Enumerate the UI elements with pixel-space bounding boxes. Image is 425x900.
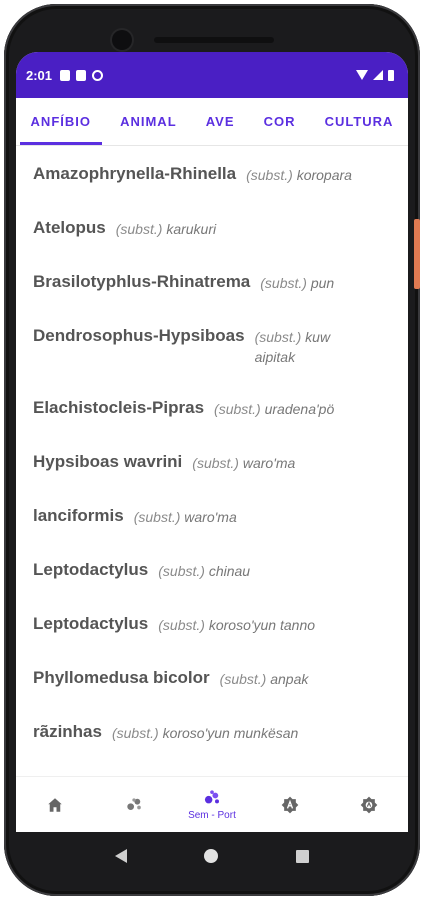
entry-pos: (subst.) (254, 329, 302, 345)
entry-translation: waro'ma (184, 509, 237, 525)
badge-a-settings-icon (360, 796, 378, 813)
system-navigation-bar (16, 832, 408, 880)
list-item[interactable]: Leptodactylus (subst.) chinau (33, 542, 394, 596)
back-icon[interactable] (114, 849, 127, 863)
entry-meta: (subst.) kuwaipitak (255, 326, 335, 367)
list-item[interactable]: Leptodactylus (subst.) koroso'yun tanno (33, 596, 394, 650)
recent-apps-icon[interactable] (296, 849, 310, 863)
list-item[interactable]: Atelopus (subst.) karukuri (33, 200, 394, 254)
list-item[interactable]: lanciformis (subst.) waro'ma (33, 488, 394, 542)
entry-term: rãzinhas (33, 722, 102, 741)
nav-sem-port[interactable]: Sem - Port (182, 788, 242, 821)
entry-pos: (subst.) (219, 671, 267, 687)
entry-term: Amazophrynella-Rhinella (33, 164, 237, 183)
entry-meta: (subst.) karukuri (116, 218, 216, 239)
entry-pos: (subst.) (214, 401, 261, 417)
paw-active-icon (204, 790, 219, 804)
tab-anfibio[interactable]: ANFÍBIO (16, 98, 106, 145)
sim-card-icon (76, 69, 87, 81)
entry-term: Leptodactylus (33, 560, 149, 579)
entry-term: Dendrosophus-Hypsiboas (33, 326, 245, 345)
entry-term: Elachistocleis-Pipras (33, 398, 205, 417)
entry-term: Phyllomedusa bicolor (33, 668, 210, 687)
entry-pos: (subst.) (192, 455, 239, 471)
list-item[interactable]: Dendrosophus-Hypsiboas (subst.) kuwaipit… (33, 308, 394, 380)
earpiece-speaker (154, 37, 274, 43)
entry-term: Atelopus (33, 218, 106, 237)
word-list: Amazophrynella-Rhinella (subst.) koropar… (16, 146, 408, 758)
entry-translation: koropara (296, 167, 352, 183)
entry-translation: koroso'yun tanno (208, 617, 316, 633)
entry-meta: (subst.) uradena'pö (214, 398, 334, 419)
badge-a-icon (282, 796, 299, 813)
category-tabs: ANFÍBIO ANIMAL AVE COR CULTURA (16, 98, 408, 146)
entry-translation: karukuri (166, 221, 217, 237)
entry-meta: (subst.) chinau (158, 560, 250, 581)
entry-pos: (subst.) (115, 221, 163, 237)
tab-cor[interactable]: COR (249, 98, 310, 145)
nav-home[interactable] (25, 796, 85, 814)
nav-animals[interactable] (104, 795, 164, 815)
home-button-icon[interactable] (204, 849, 219, 863)
nav-badge-a[interactable] (260, 795, 320, 815)
home-icon (48, 797, 62, 812)
entry-translation: anpak (270, 671, 309, 687)
signal-icon (373, 70, 383, 80)
nav-badge-a-settings[interactable] (339, 795, 399, 815)
bottom-navigation: Sem - Port (16, 776, 408, 832)
entry-meta: (subst.) koroso'yun munkësan (112, 722, 298, 743)
entry-pos: (subst.) (158, 617, 205, 633)
battery-icon (388, 69, 394, 81)
front-camera (112, 30, 132, 50)
power-button (414, 219, 420, 289)
nav-sem-port-label: Sem - Port (188, 810, 236, 821)
status-bar: 2:01 (16, 52, 408, 98)
entry-pos: (subst.) (260, 275, 307, 291)
entry-pos: (subst.) (246, 167, 293, 183)
tab-ave[interactable]: AVE (191, 98, 249, 145)
entry-pos: (subst.) (158, 563, 205, 579)
entry-meta: (subst.) anpak (220, 668, 309, 689)
notification-icon (60, 69, 71, 81)
entry-translation: pun (310, 275, 335, 291)
entry-meta: (subst.) waro'ma (134, 506, 237, 527)
list-item[interactable]: rãzinhas (subst.) koroso'yun munkësan (33, 704, 394, 758)
list-item[interactable]: Amazophrynella-Rhinella (subst.) koropar… (33, 146, 394, 200)
entry-translation: waro'ma (242, 455, 296, 471)
entry-translation: uradena'pö (264, 401, 335, 417)
entry-pos: (subst.) (111, 725, 159, 741)
tab-animal[interactable]: ANIMAL (106, 98, 192, 145)
list-item[interactable]: Brasilotyphlus-Rhinatrema (subst.) pun (33, 254, 394, 308)
entry-term: Brasilotyphlus-Rhinatrema (33, 272, 251, 291)
tab-cultura[interactable]: CULTURA (310, 98, 408, 145)
entry-term: Leptodactylus (33, 614, 149, 633)
entry-meta: (subst.) koroso'yun tanno (158, 614, 315, 635)
list-item[interactable]: Hypsiboas wavrini (subst.) waro'ma (33, 434, 394, 488)
paw-icon (126, 797, 141, 810)
entry-pos: (subst.) (133, 509, 181, 525)
list-item[interactable]: Elachistocleis-Pipras (subst.) uradena'p… (33, 380, 394, 434)
list-item[interactable]: Phyllomedusa bicolor (subst.) anpak (33, 650, 394, 704)
entry-term: Hypsiboas wavrini (33, 452, 183, 471)
status-time: 2:01 (26, 67, 53, 83)
wifi-icon (356, 70, 368, 80)
app-screen: 2:01 ANFÍBIO ANIMAL AVE COR CULTURA Amaz… (16, 52, 408, 832)
entry-translation: koroso'yun munkësan (162, 725, 299, 741)
entry-meta: (subst.) waro'ma (192, 452, 295, 473)
entry-translation: chinau (208, 563, 251, 579)
entry-meta: (subst.) pun (260, 272, 334, 293)
sync-icon (92, 69, 104, 81)
entry-meta: (subst.) koropara (246, 164, 352, 185)
entry-term: lanciformis (33, 506, 124, 525)
